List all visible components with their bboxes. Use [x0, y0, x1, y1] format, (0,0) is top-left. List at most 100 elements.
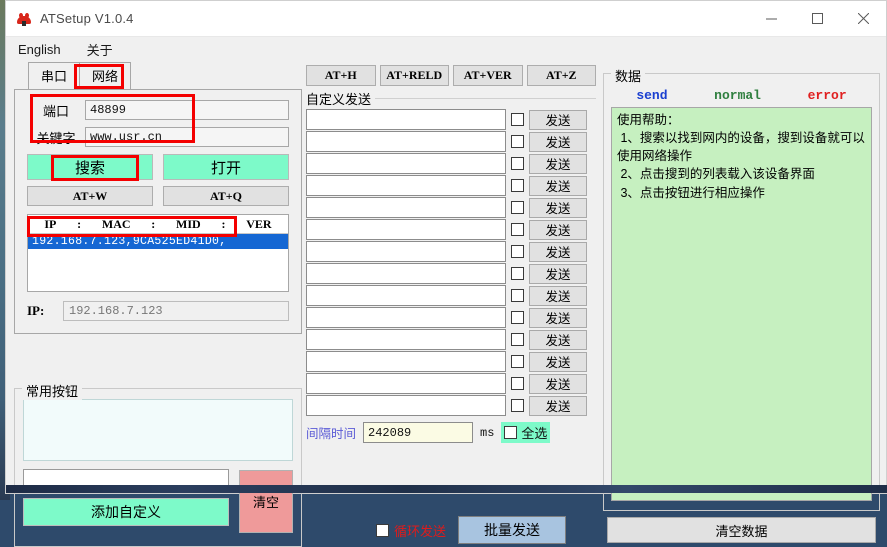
custom-send-checkbox-13[interactable] [511, 377, 524, 390]
favorites-list[interactable] [23, 399, 293, 461]
custom-send-row: 发送 [306, 307, 596, 328]
send-button-3[interactable]: 发送 [529, 154, 587, 174]
custom-send-input-11[interactable] [306, 329, 506, 350]
custom-send-checkbox-2[interactable] [511, 135, 524, 148]
custom-send-input-3[interactable] [306, 153, 506, 174]
common-buttons-inner: 添加自定义 清空 [23, 399, 293, 539]
connection-tabs: 串口 网络 [14, 65, 302, 89]
search-button[interactable]: 搜索 [27, 154, 153, 180]
interval-input[interactable] [363, 422, 473, 443]
close-icon[interactable] [840, 1, 886, 37]
title-bar: ATSetup V1.0.4 [6, 1, 886, 37]
common-buttons-title: 常用按钮 [22, 381, 82, 400]
select-all-toggle[interactable]: 全选 [501, 422, 550, 443]
custom-send-section: 自定义发送 [306, 89, 596, 109]
col-ip: IP [44, 217, 56, 232]
custom-send-checkbox-14[interactable] [511, 399, 524, 412]
custom-send-input-2[interactable] [306, 131, 506, 152]
send-button-14[interactable]: 发送 [529, 396, 587, 416]
maximize-icon[interactable] [794, 1, 840, 37]
send-button-7[interactable]: 发送 [529, 242, 587, 262]
ip-label: IP: [27, 303, 63, 319]
batch-send-button[interactable]: 批量发送 [458, 516, 566, 544]
app-logo-icon [16, 11, 32, 27]
custom-send-input-10[interactable] [306, 307, 506, 328]
device-list[interactable]: IP : MAC : MID : VER 192.168.7.123,9CA52… [27, 214, 289, 292]
window-title: ATSetup V1.0.4 [40, 11, 134, 26]
common-buttons-group: 常用按钮 添加自定义 清空 [14, 381, 302, 547]
custom-send-input-6[interactable] [306, 219, 506, 240]
custom-send-row: 发送 [306, 197, 596, 218]
log-line: 2、点击搜到的列表载入该设备界面 [617, 165, 866, 183]
at-reld-button[interactable]: AT+RELD [380, 65, 450, 86]
send-button-12[interactable]: 发送 [529, 352, 587, 372]
clear-data-button[interactable]: 清空数据 [607, 517, 876, 543]
at-w-button[interactable]: AT+W [27, 186, 153, 206]
at-z-button[interactable]: AT+Z [527, 65, 597, 86]
select-all-checkbox[interactable] [504, 426, 517, 439]
custom-send-input-4[interactable] [306, 175, 506, 196]
at-ver-button[interactable]: AT+VER [453, 65, 523, 86]
custom-send-checkbox-5[interactable] [511, 201, 524, 214]
at-command-buttons: AT+H AT+RELD AT+VER AT+Z [306, 65, 596, 86]
send-button-11[interactable]: 发送 [529, 330, 587, 350]
interval-row: 间隔时间 ms 全选 [306, 422, 596, 443]
send-button-5[interactable]: 发送 [529, 198, 587, 218]
send-button-13[interactable]: 发送 [529, 374, 587, 394]
custom-send-checkbox-7[interactable] [511, 245, 524, 258]
send-button-4[interactable]: 发送 [529, 176, 587, 196]
at-q-button[interactable]: AT+Q [163, 186, 289, 206]
custom-send-checkbox-3[interactable] [511, 157, 524, 170]
send-button-10[interactable]: 发送 [529, 308, 587, 328]
loop-send-checkbox[interactable] [376, 524, 389, 537]
loop-send-toggle[interactable]: 循环发送 [376, 521, 446, 540]
custom-send-row: 发送 [306, 241, 596, 262]
legend-error: error [808, 88, 847, 103]
custom-send-checkbox-4[interactable] [511, 179, 524, 192]
custom-send-checkbox-6[interactable] [511, 223, 524, 236]
interval-label: 间隔时间 [306, 423, 356, 442]
open-button[interactable]: 打开 [163, 154, 289, 180]
custom-send-input-14[interactable] [306, 395, 506, 416]
at-h-button[interactable]: AT+H [306, 65, 376, 86]
send-button-9[interactable]: 发送 [529, 286, 587, 306]
custom-send-input-8[interactable] [306, 263, 506, 284]
send-button-6[interactable]: 发送 [529, 220, 587, 240]
keyword-label: 关键字 [27, 128, 85, 147]
custom-send-input-1[interactable] [306, 109, 506, 130]
legend-send: send [636, 88, 667, 103]
keyword-input[interactable] [85, 127, 289, 147]
send-button-2[interactable]: 发送 [529, 132, 587, 152]
tab-serial[interactable]: 串口 [28, 62, 80, 89]
custom-send-checkbox-11[interactable] [511, 333, 524, 346]
custom-send-row: 发送 [306, 263, 596, 284]
custom-send-checkbox-8[interactable] [511, 267, 524, 280]
custom-send-input-13[interactable] [306, 373, 506, 394]
tab-network[interactable]: 网络 [79, 62, 131, 89]
custom-send-input-12[interactable] [306, 351, 506, 372]
custom-send-input-5[interactable] [306, 197, 506, 218]
custom-send-checkbox-1[interactable] [511, 113, 524, 126]
custom-send-checkbox-12[interactable] [511, 355, 524, 368]
custom-send-title: 自定义发送 [306, 89, 375, 108]
add-custom-button[interactable]: 添加自定义 [23, 498, 229, 526]
custom-send-input-7[interactable] [306, 241, 506, 262]
device-list-row-selected[interactable]: 192.168.7.123,9CA525ED41D0, [28, 234, 288, 249]
menu-item-about[interactable]: 关于 [83, 38, 117, 61]
send-button-1[interactable]: 发送 [529, 110, 587, 130]
col-mid: MID [176, 217, 201, 232]
minimize-icon[interactable] [748, 1, 794, 37]
clear-button[interactable]: 清空 [239, 470, 293, 533]
port-input[interactable] [85, 100, 289, 120]
log-line: 1、搜索以找到网内的设备，搜到设备就可以使用网络操作 [617, 129, 866, 165]
custom-send-checkbox-9[interactable] [511, 289, 524, 302]
send-button-8[interactable]: 发送 [529, 264, 587, 284]
custom-send-rows: 发送发送发送发送发送发送发送发送发送发送发送发送发送发送 [306, 109, 596, 416]
custom-send-checkbox-10[interactable] [511, 311, 524, 324]
data-log-output[interactable]: 使用帮助： 1、搜索以找到网内的设备，搜到设备就可以使用网络操作 2、点击搜到的… [611, 107, 872, 501]
interval-unit: ms [480, 426, 494, 440]
ip-value[interactable]: 192.168.7.123 [63, 301, 289, 321]
menu-item-english[interactable]: English [14, 40, 65, 59]
custom-send-input-9[interactable] [306, 285, 506, 306]
loop-send-label: 循环发送 [394, 521, 446, 540]
